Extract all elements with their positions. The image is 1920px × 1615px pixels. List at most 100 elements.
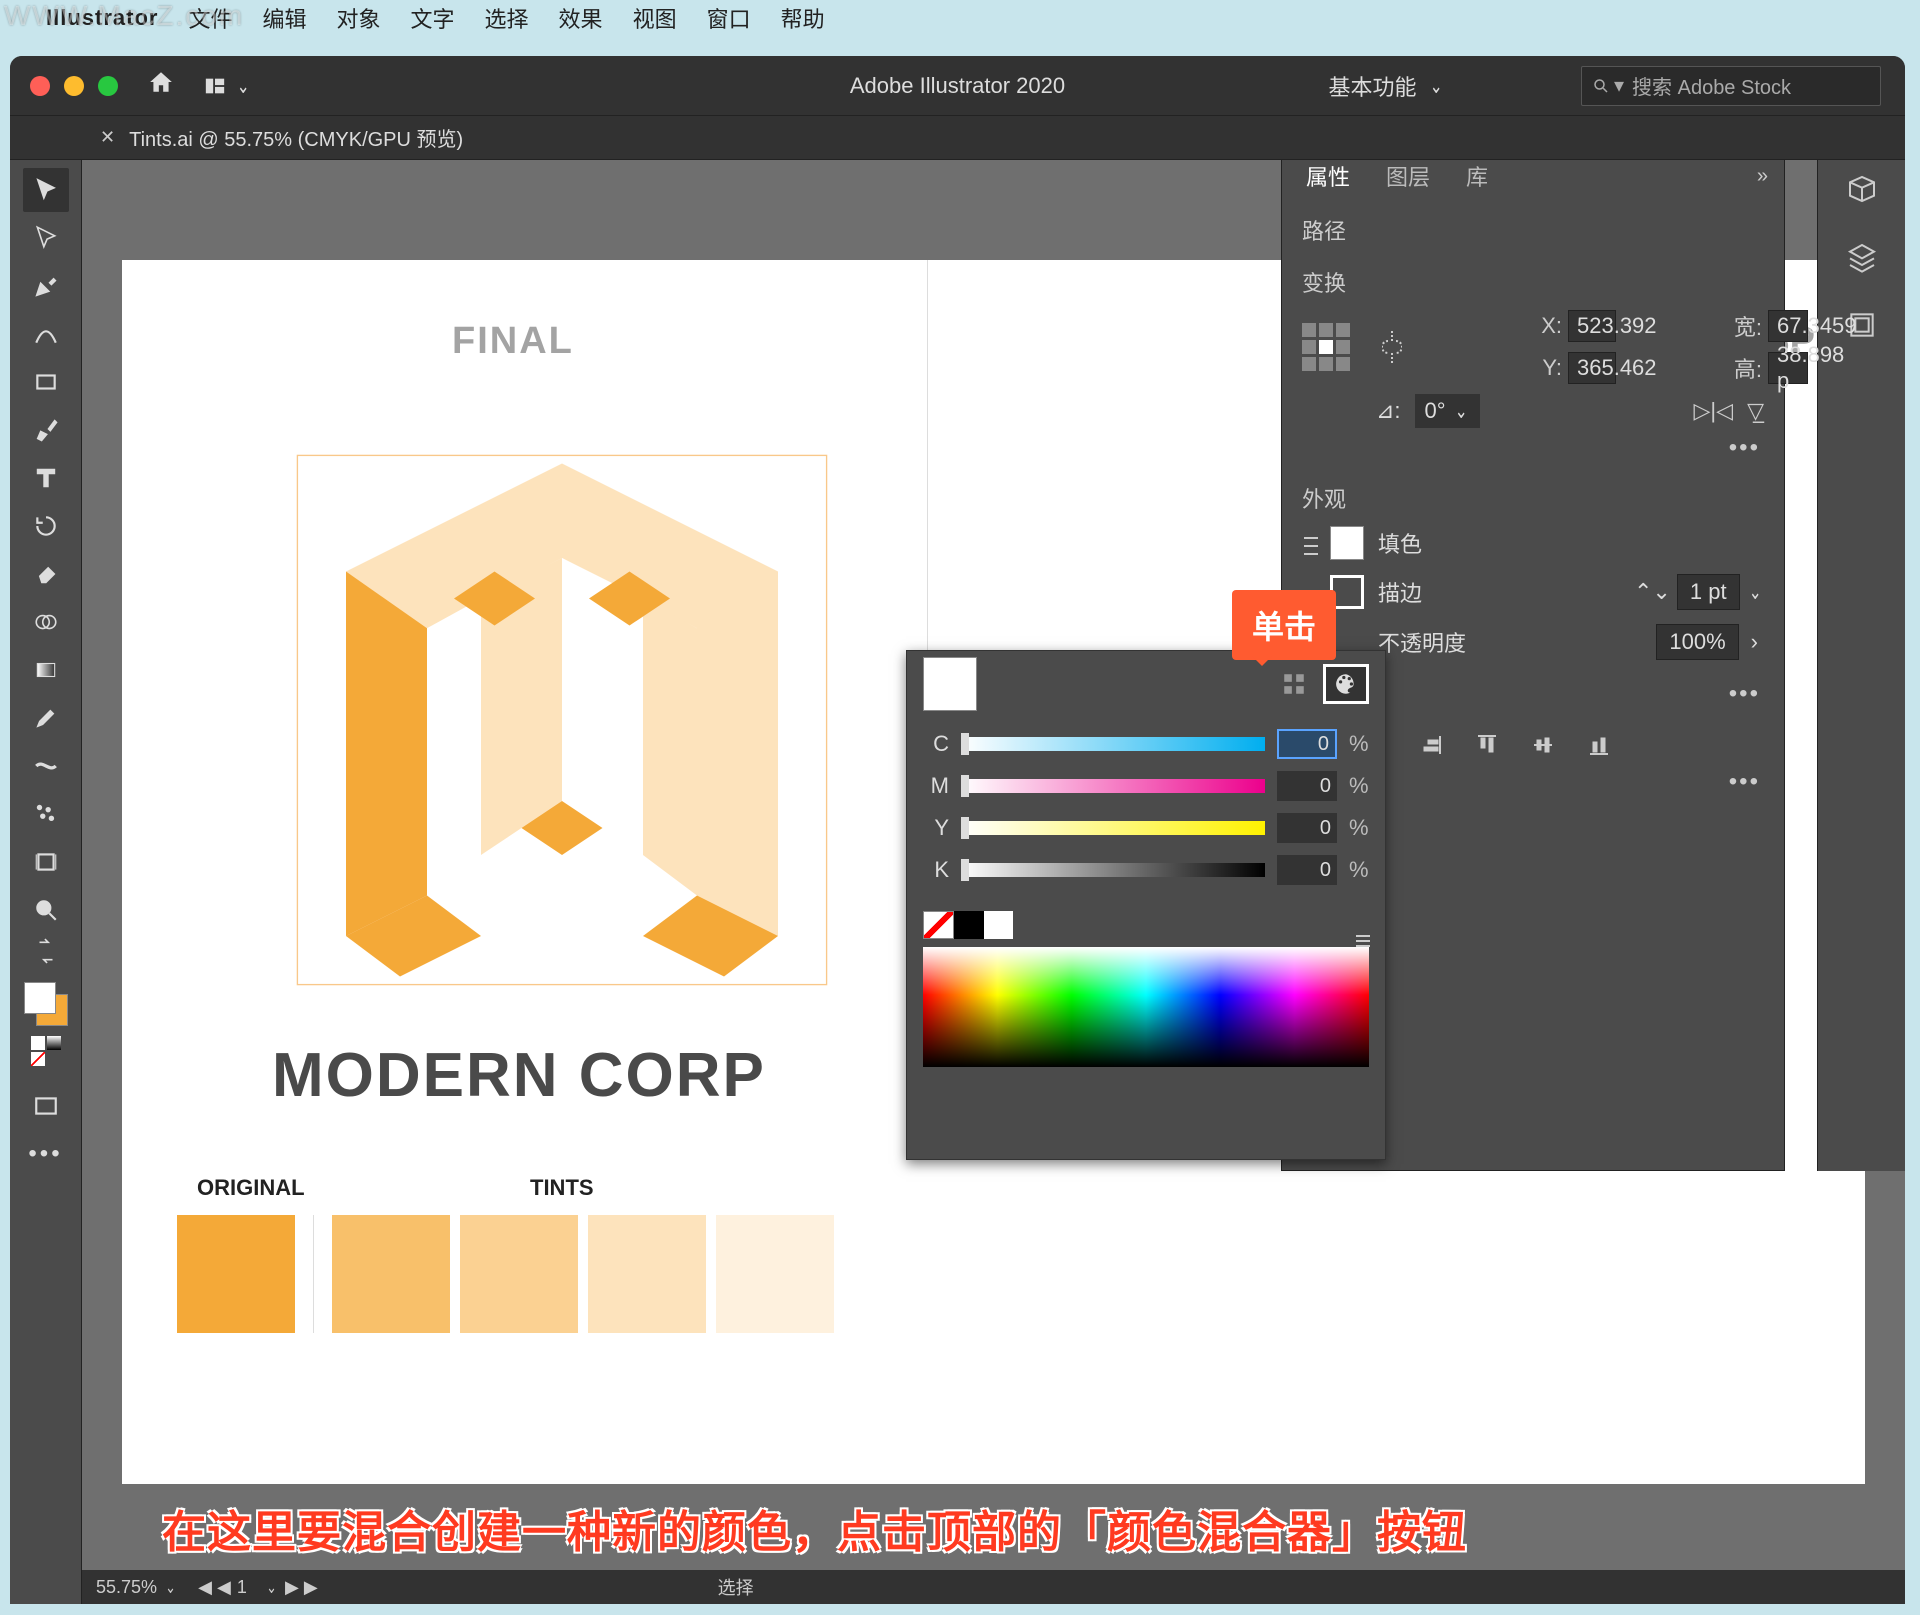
expand-panel-icon[interactable]: » — [1757, 165, 1778, 188]
slider-track-c[interactable] — [961, 737, 1265, 751]
align-bottom-icon[interactable] — [1582, 728, 1616, 762]
minimize-window-button[interactable] — [64, 76, 84, 96]
rotate-tool[interactable] — [23, 504, 69, 548]
layers-dock-icon[interactable] — [1842, 237, 1882, 277]
shape-builder-tool[interactable] — [23, 600, 69, 644]
none-bw-strip[interactable] — [923, 911, 1013, 939]
screen-mode-tool[interactable] — [23, 1084, 69, 1128]
zoom-level[interactable]: 55.75% ⌄ — [96, 1577, 178, 1598]
y-label: Y: — [1422, 355, 1562, 381]
width-tool[interactable] — [23, 744, 69, 788]
stroke-weight-input[interactable]: ⌃⌄1 pt⌄ — [1634, 574, 1764, 610]
fill-stroke-swatches[interactable] — [24, 982, 68, 1026]
menu-view[interactable]: 视图 — [633, 2, 677, 34]
swatch-tint-2 — [460, 1215, 578, 1333]
align-top-icon[interactable] — [1470, 728, 1504, 762]
fill-swatch[interactable] — [1330, 526, 1364, 560]
color-spectrum[interactable] — [923, 947, 1369, 1067]
swatch-tint-3 — [588, 1215, 706, 1333]
menu-window[interactable]: 窗口 — [707, 2, 751, 34]
slider-track-m[interactable] — [961, 779, 1265, 793]
workspace-dropdown[interactable]: 基本功能⌄ — [1329, 70, 1445, 102]
swatch-original — [177, 1215, 295, 1333]
eraser-tool[interactable] — [23, 552, 69, 596]
menu-file[interactable]: 文件 — [188, 2, 232, 34]
close-tab-icon[interactable]: ✕ — [100, 127, 115, 148]
curvature-tool[interactable] — [23, 312, 69, 356]
rotate-input[interactable]: 0° ⌄ — [1415, 394, 1480, 428]
x-input[interactable]: 523.392 — [1568, 310, 1616, 342]
tab-libraries[interactable]: 库 — [1448, 160, 1506, 202]
document-tab[interactable]: ✕ Tints.ai @ 55.75% (CMYK/GPU 预览) — [10, 116, 1905, 160]
type-tool[interactable] — [23, 456, 69, 500]
menu-effect[interactable]: 效果 — [559, 2, 603, 34]
libraries-dock-icon[interactable] — [1842, 169, 1882, 209]
artboard-nav[interactable]: ◀ ◀ 1 ⌄ ▶ ▶ — [198, 1577, 318, 1598]
right-dock — [1817, 160, 1905, 1171]
zoom-tool[interactable] — [23, 888, 69, 932]
slider-value-y[interactable] — [1277, 813, 1337, 843]
logo-m-graphic — [292, 450, 832, 990]
reference-point-selector[interactable] — [1302, 323, 1350, 371]
current-fill-swatch[interactable] — [923, 657, 977, 711]
canvas[interactable]: FINAL SP MODERN CORP MODE OR — [82, 160, 1905, 1604]
w-input[interactable]: 67.3459 — [1768, 310, 1808, 342]
slider-row-m: M % — [923, 771, 1369, 801]
close-window-button[interactable] — [30, 76, 50, 96]
menu-edit[interactable]: 编辑 — [262, 2, 306, 34]
slider-track-k[interactable] — [961, 863, 1265, 877]
mini-color-mode-icons[interactable] — [31, 1036, 61, 1066]
tab-layers[interactable]: 图层 — [1368, 160, 1448, 202]
transform-more-icon[interactable]: ••• — [1302, 434, 1764, 462]
selection-tool[interactable] — [23, 168, 69, 212]
pen-tool[interactable] — [23, 264, 69, 308]
appearance-list-icon[interactable] — [1302, 526, 1320, 578]
align-center-v-icon[interactable] — [1526, 728, 1560, 762]
link-wh-icon[interactable] — [1368, 327, 1416, 367]
percent-label: % — [1349, 815, 1369, 841]
app-name[interactable]: Illustrator — [46, 5, 158, 31]
edit-toolbar-icon[interactable]: ••• — [23, 1132, 69, 1176]
search-input[interactable]: ▾ 搜索 Adobe Stock — [1581, 66, 1881, 106]
maximize-window-button[interactable] — [98, 76, 118, 96]
opacity-input[interactable]: 100%› — [1656, 624, 1764, 660]
menu-select[interactable]: 选择 — [485, 2, 529, 34]
slider-value-c[interactable] — [1277, 729, 1337, 759]
titlebar: ⌄ Adobe Illustrator 2020 基本功能⌄ ▾ 搜索 Adob… — [10, 56, 1905, 116]
swatch-tint-1 — [332, 1215, 450, 1333]
symbol-sprayer-tool[interactable] — [23, 792, 69, 836]
w-label: 宽: — [1622, 310, 1762, 342]
y-input[interactable]: 365.462 — [1568, 352, 1616, 384]
flip-vertical-icon[interactable]: ▽̲ — [1747, 398, 1764, 424]
search-icon — [1592, 77, 1610, 95]
align-right-icon[interactable] — [1414, 728, 1448, 762]
arrange-documents-icon[interactable]: ⌄ — [204, 73, 252, 99]
color-panel: C % M % Y % K % — [906, 650, 1386, 1160]
rectangle-tool[interactable] — [23, 360, 69, 404]
fill-stroke-swap-icon[interactable] — [23, 936, 69, 966]
slider-track-y[interactable] — [961, 821, 1265, 835]
menu-type[interactable]: 文字 — [411, 2, 455, 34]
home-icon[interactable] — [148, 69, 174, 102]
current-tool-label: 选择 — [718, 1574, 754, 1600]
slider-label-m: M — [923, 773, 949, 799]
flip-horizontal-icon[interactable]: ▷|◁ — [1694, 398, 1734, 424]
gradient-tool[interactable] — [23, 648, 69, 692]
slider-value-m[interactable] — [1277, 771, 1337, 801]
direct-selection-tool[interactable] — [23, 216, 69, 260]
h-input[interactable]: 38.898 p — [1768, 352, 1808, 384]
artboard-tool[interactable] — [23, 840, 69, 884]
tints-swatch-row — [177, 1215, 834, 1333]
menu-object[interactable]: 对象 — [337, 2, 381, 34]
slider-row-k: K % — [923, 855, 1369, 885]
color-mixer-button[interactable] — [1323, 664, 1369, 704]
panel-menu-icon[interactable] — [1353, 931, 1373, 951]
tab-properties[interactable]: 属性 — [1288, 160, 1368, 202]
slider-value-k[interactable] — [1277, 855, 1337, 885]
paintbrush-tool[interactable] — [23, 408, 69, 452]
menu-help[interactable]: 帮助 — [781, 2, 825, 34]
slider-row-y: Y % — [923, 813, 1369, 843]
eyedropper-tool[interactable] — [23, 696, 69, 740]
swatches-mode-button[interactable] — [1271, 664, 1317, 704]
fill-label: 填色 — [1378, 527, 1422, 559]
